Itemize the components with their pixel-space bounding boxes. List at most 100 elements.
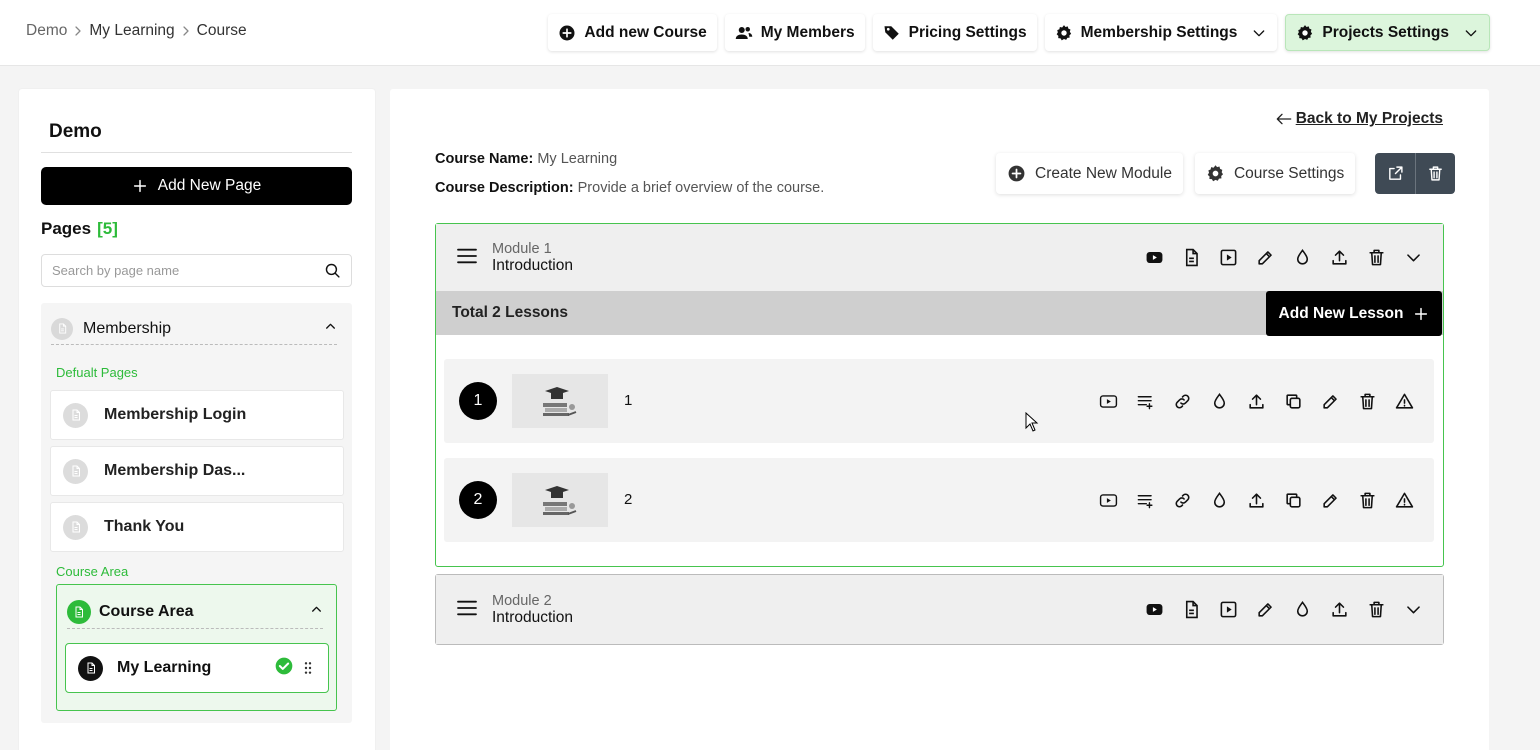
drop-icon[interactable] <box>1293 248 1312 267</box>
drag-handle-icon[interactable] <box>300 660 316 676</box>
page-item-label: Thank You <box>104 518 185 535</box>
youtube-icon[interactable] <box>1145 248 1164 267</box>
link-icon[interactable] <box>1173 491 1192 510</box>
chevron-down-icon[interactable] <box>1404 600 1423 619</box>
page-item-thank-you[interactable]: Thank You <box>50 502 344 552</box>
breadcrumb-demo[interactable]: Demo <box>26 22 67 40</box>
top-bar: Demo My Learning Course Add new Course M… <box>0 0 1540 66</box>
youtube-icon[interactable] <box>1145 600 1164 619</box>
trash-icon[interactable] <box>1358 392 1377 411</box>
breadcrumb-course: Course <box>196 22 247 39</box>
course-settings-button[interactable]: Course Settings <box>1194 153 1356 194</box>
arrow-left-icon <box>1276 112 1292 126</box>
drop-icon[interactable] <box>1293 600 1312 619</box>
play-square-icon[interactable] <box>1219 248 1238 267</box>
course-name-row: Course Name: My Learning <box>435 151 617 167</box>
warning-icon[interactable] <box>1395 491 1414 510</box>
delete-course-button[interactable] <box>1415 153 1455 194</box>
course-thumbnail-icon <box>535 383 585 419</box>
document-icon <box>51 317 73 340</box>
sidebar: Demo Add New Page Pages [5] Membership De… <box>19 89 375 750</box>
play-square-icon[interactable] <box>1219 600 1238 619</box>
copy-icon[interactable] <box>1284 392 1303 411</box>
upload-icon[interactable] <box>1247 491 1266 510</box>
course-area-label: Course Area <box>56 564 129 579</box>
chevron-right-icon <box>67 25 89 37</box>
chevron-down-icon[interactable] <box>1404 248 1423 267</box>
main-content: Back to My Projects Course Name: My Lear… <box>390 89 1489 750</box>
add-new-course-button[interactable]: Add new Course <box>548 14 717 51</box>
breadcrumb: Demo My Learning Course <box>26 22 247 40</box>
module-card: Module 1 Introduction Total 2 Lessons Ad… <box>435 223 1444 567</box>
add-new-lesson-label: Add New Lesson <box>1278 304 1404 322</box>
document-icon <box>63 402 88 428</box>
default-pages-label: Defualt Pages <box>56 365 138 380</box>
create-new-module-button[interactable]: Create New Module <box>996 153 1183 194</box>
course-area-header[interactable]: Course Area <box>67 595 323 629</box>
module-header: Module 2 Introduction <box>436 575 1443 644</box>
external-link-icon <box>1387 165 1404 182</box>
trash-icon[interactable] <box>1358 491 1377 510</box>
projects-settings-button[interactable]: Projects Settings <box>1285 14 1490 51</box>
add-new-page-button[interactable]: Add New Page <box>41 167 352 205</box>
open-external-button[interactable] <box>1375 153 1415 194</box>
document-icon[interactable] <box>1182 600 1201 619</box>
module-card: Module 2 Introduction <box>435 574 1444 645</box>
copy-icon[interactable] <box>1284 491 1303 510</box>
search-icon[interactable] <box>324 262 341 279</box>
course-name-value: My Learning <box>537 151 618 167</box>
lesson-number: 1 <box>459 382 497 420</box>
video-icon[interactable] <box>1099 491 1118 510</box>
lessons-bar: Total 2 Lessons Add New Lesson <box>436 291 1443 336</box>
upload-icon[interactable] <box>1330 248 1349 267</box>
drag-menu-icon[interactable] <box>456 247 478 269</box>
check-circle-icon <box>274 656 294 680</box>
lesson-row[interactable]: 1 1 <box>444 359 1434 443</box>
page-item-membership-dashboard[interactable]: Membership Das... <box>50 446 344 496</box>
back-to-projects-link[interactable]: Back to My Projects <box>1276 110 1443 128</box>
page-item-my-learning[interactable]: My Learning <box>65 643 329 693</box>
chevron-up-icon[interactable] <box>310 603 323 620</box>
chevron-up-icon[interactable] <box>324 320 337 337</box>
upload-icon[interactable] <box>1330 600 1349 619</box>
link-icon[interactable] <box>1173 392 1192 411</box>
lesson-row[interactable]: 2 2 <box>444 458 1434 542</box>
back-label: Back to My Projects <box>1295 110 1443 127</box>
module-title: Introduction <box>492 608 573 626</box>
add-new-course-label: Add new Course <box>584 23 707 41</box>
upload-icon[interactable] <box>1247 392 1266 411</box>
course-area-group: Course Area My Learning <box>56 584 337 711</box>
page-item-membership-login[interactable]: Membership Login <box>50 390 344 440</box>
pages-heading: Pages [5] <box>41 219 118 239</box>
document-icon[interactable] <box>1182 248 1201 267</box>
pricing-settings-label: Pricing Settings <box>908 23 1027 41</box>
course-name-label: Course Name: <box>435 151 534 167</box>
lesson-name: 1 <box>624 391 633 409</box>
membership-group-header[interactable]: Membership <box>51 313 337 345</box>
pricing-settings-button[interactable]: Pricing Settings <box>872 14 1037 51</box>
lesson-name: 2 <box>624 490 633 508</box>
sidebar-title: Demo <box>49 121 102 142</box>
warning-icon[interactable] <box>1395 392 1414 411</box>
breadcrumb-my-learning[interactable]: My Learning <box>89 22 174 40</box>
edit-icon[interactable] <box>1256 248 1275 267</box>
membership-settings-button[interactable]: Membership Settings <box>1044 14 1278 51</box>
list-add-icon[interactable] <box>1136 491 1155 510</box>
trash-icon[interactable] <box>1367 248 1386 267</box>
lesson-thumbnail <box>512 473 608 527</box>
course-area-title: Course Area <box>99 602 194 620</box>
chevron-down-icon <box>1251 25 1267 41</box>
drag-menu-icon[interactable] <box>456 599 478 621</box>
search-input[interactable] <box>52 263 324 278</box>
drop-icon[interactable] <box>1210 392 1229 411</box>
edit-icon[interactable] <box>1321 491 1340 510</box>
edit-icon[interactable] <box>1321 392 1340 411</box>
my-members-button[interactable]: My Members <box>724 14 865 51</box>
plus-circle-icon <box>558 24 576 42</box>
video-icon[interactable] <box>1099 392 1118 411</box>
trash-icon[interactable] <box>1367 600 1386 619</box>
list-add-icon[interactable] <box>1136 392 1155 411</box>
drop-icon[interactable] <box>1210 491 1229 510</box>
add-new-lesson-button[interactable]: Add New Lesson <box>1266 291 1442 336</box>
edit-icon[interactable] <box>1256 600 1275 619</box>
